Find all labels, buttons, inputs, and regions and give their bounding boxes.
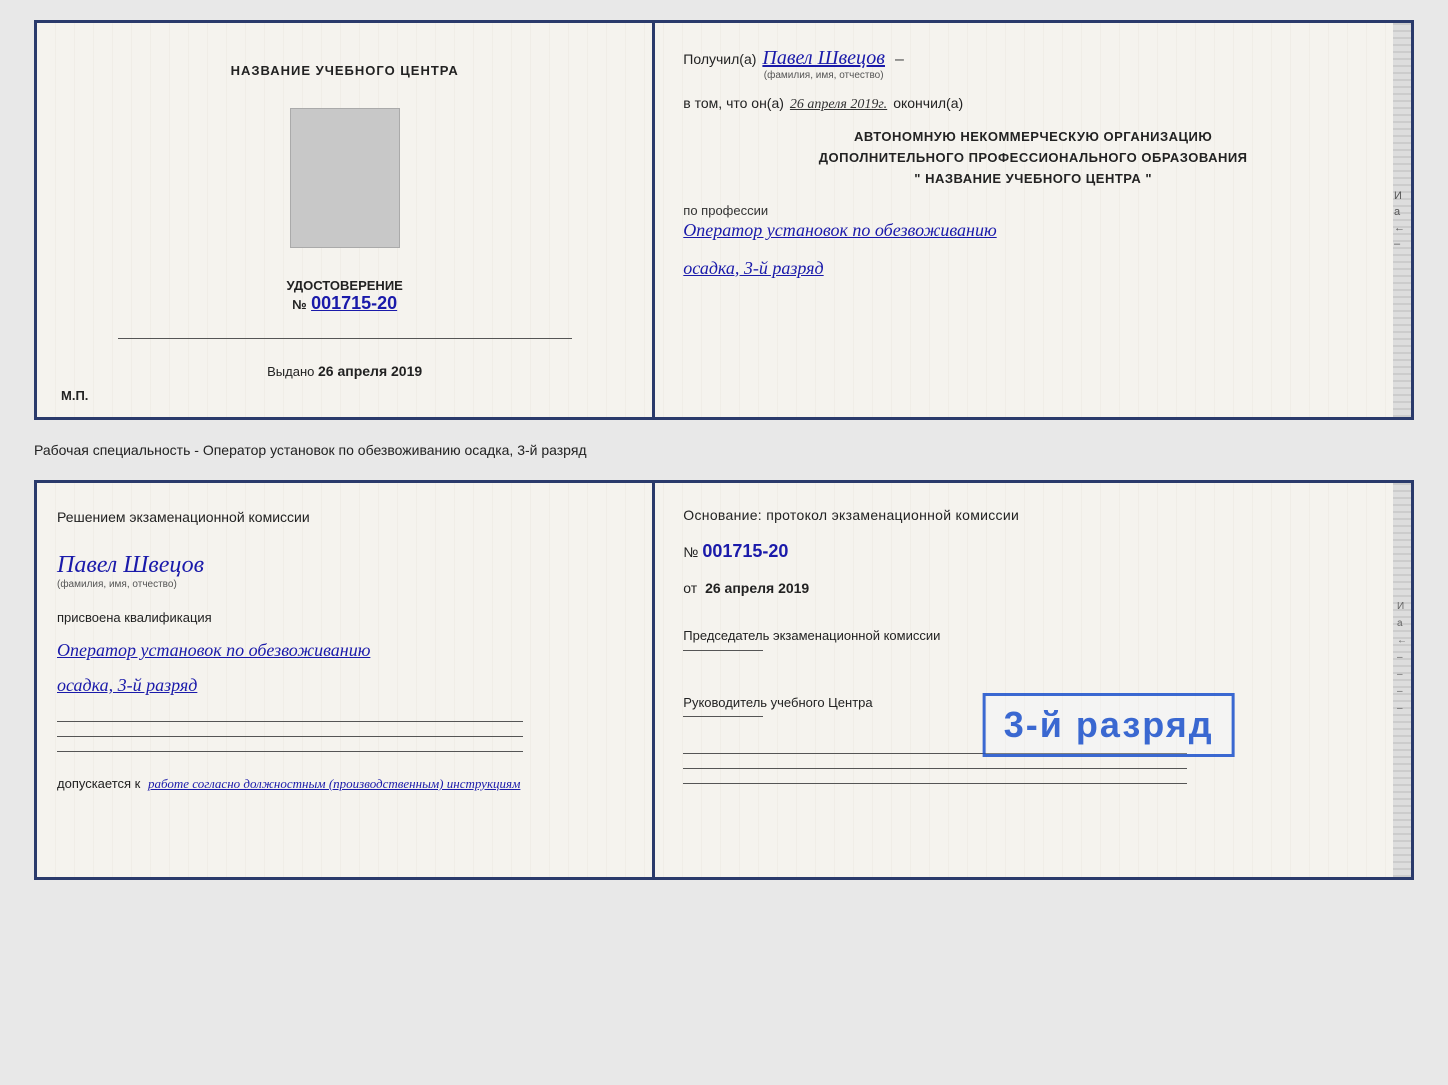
- director-sig-line: [683, 716, 763, 717]
- person-name: Павел Швецов: [57, 552, 204, 579]
- line-1: [57, 721, 523, 722]
- issued-block: Выдано 26 апреля 2019: [267, 363, 422, 379]
- org-line3: " НАЗВАНИЕ УЧЕБНОГО ЦЕНТРА ": [683, 169, 1383, 190]
- bottom-doc-right: Основание: протокол экзаменационной коми…: [655, 483, 1411, 877]
- org-block: АВТОНОМНУЮ НЕКОММЕРЧЕСКУЮ ОРГАНИЗАЦИЮ ДО…: [683, 127, 1383, 189]
- rank-block: осадка, 3-й разряд: [683, 258, 1383, 279]
- between-label: Рабочая специальность - Оператор установ…: [34, 436, 1414, 464]
- right-side-chars: И а ← – – – –: [1397, 601, 1407, 714]
- cert-number: 001715-20: [311, 293, 397, 313]
- recipient-name-block: Павел Швецов (фамилия, имя, отчество): [762, 47, 885, 81]
- basis-number: 001715-20: [702, 541, 788, 562]
- line-3: [57, 751, 523, 752]
- confirm-prefix: в том, что он(а): [683, 95, 784, 111]
- recipient-line: Получил(а) Павел Швецов (фамилия, имя, о…: [683, 47, 1383, 81]
- photo-placeholder: [290, 108, 400, 248]
- chairman-sig-line: [683, 650, 763, 651]
- recipient-prefix: Получил(а): [683, 51, 756, 67]
- cert-label: УДОСТОВЕРЕНИЕ: [286, 278, 402, 293]
- qualification-name-2: осадка, 3-й разряд: [57, 672, 197, 699]
- signature-lines-right: [683, 753, 1243, 784]
- profession-label: по профессии: [683, 203, 1383, 218]
- r-line-3: [683, 783, 1187, 784]
- confirm-date: 26 апреля 2019г.: [790, 97, 887, 113]
- confirm-line: в том, что он(а) 26 апреля 2019г. окончи…: [683, 95, 1383, 113]
- side-decoration-chars: И а ← –: [1394, 190, 1405, 250]
- confirm-finished: окончил(а): [893, 95, 963, 111]
- bottom-doc-left: Решением экзаменационной комиссии Павел …: [37, 483, 655, 877]
- school-name-title: НАЗВАНИЕ УЧЕБНОГО ЦЕНТРА: [231, 63, 459, 78]
- signature-lines-left: [57, 721, 575, 752]
- page-container: НАЗВАНИЕ УЧЕБНОГО ЦЕНТРА УДОСТОВЕРЕНИЕ №…: [34, 20, 1414, 880]
- recipient-sublabel: (фамилия, имя, отчество): [762, 70, 885, 81]
- profession-block: по профессии Оператор установок по обезв…: [683, 203, 1383, 243]
- allowed-block: допускается к работе согласно должностны…: [57, 776, 520, 792]
- bottom-document: Решением экзаменационной комиссии Павел …: [34, 480, 1414, 880]
- basis-date-row: от 26 апреля 2019: [683, 580, 1383, 596]
- allowed-value: работе согласно должностным (производств…: [148, 776, 520, 791]
- line-2: [57, 736, 523, 737]
- person-name-block: Павел Швецов (фамилия, имя, отчество): [57, 546, 204, 590]
- profession-name: Оператор установок по обезвоживанию: [683, 218, 1383, 243]
- basis-number-prefix: №: [683, 544, 698, 560]
- mp-label: М.П.: [61, 388, 88, 403]
- cert-number-block: УДОСТОВЕРЕНИЕ № 001715-20: [286, 278, 402, 314]
- chairman-title: Председатель экзаменационной комиссии: [683, 626, 1383, 646]
- recipient-dash: –: [895, 51, 904, 69]
- decision-title: Решением экзаменационной комиссии: [57, 507, 310, 528]
- issued-date: 26 апреля 2019: [318, 363, 422, 379]
- basis-date-prefix: от: [683, 580, 697, 596]
- cert-number-prefix: №: [292, 297, 307, 312]
- rank-name: осадка, 3-й разряд: [683, 258, 823, 278]
- org-line2: ДОПОЛНИТЕЛЬНОГО ПРОФЕССИОНАЛЬНОГО ОБРАЗО…: [683, 148, 1383, 169]
- top-doc-left: НАЗВАНИЕ УЧЕБНОГО ЦЕНТРА УДОСТОВЕРЕНИЕ №…: [37, 23, 655, 417]
- basis-date: 26 апреля 2019: [705, 580, 809, 596]
- top-doc-right: Получил(а) Павел Швецов (фамилия, имя, о…: [655, 23, 1411, 417]
- allowed-prefix: допускается к: [57, 776, 140, 791]
- r-line-2: [683, 768, 1187, 769]
- rank-stamp: 3-й разряд: [983, 693, 1235, 757]
- recipient-name: Павел Швецов: [762, 47, 885, 69]
- divider-1: [118, 338, 572, 339]
- org-line1: АВТОНОМНУЮ НЕКОММЕРЧЕСКУЮ ОРГАНИЗАЦИЮ: [683, 127, 1383, 148]
- top-document: НАЗВАНИЕ УЧЕБНОГО ЦЕНТРА УДОСТОВЕРЕНИЕ №…: [34, 20, 1414, 420]
- qualification-name-1: Оператор установок по обезвоживанию: [57, 637, 370, 664]
- person-sublabel: (фамилия, имя, отчество): [57, 579, 204, 590]
- assigned-label: присвоена квалификация: [57, 610, 212, 625]
- basis-title: Основание: протокол экзаменационной коми…: [683, 507, 1383, 523]
- chairman-block: Председатель экзаменационной комиссии: [683, 626, 1383, 655]
- issued-prefix: Выдано: [267, 364, 314, 379]
- basis-number-row: № 001715-20: [683, 537, 1383, 562]
